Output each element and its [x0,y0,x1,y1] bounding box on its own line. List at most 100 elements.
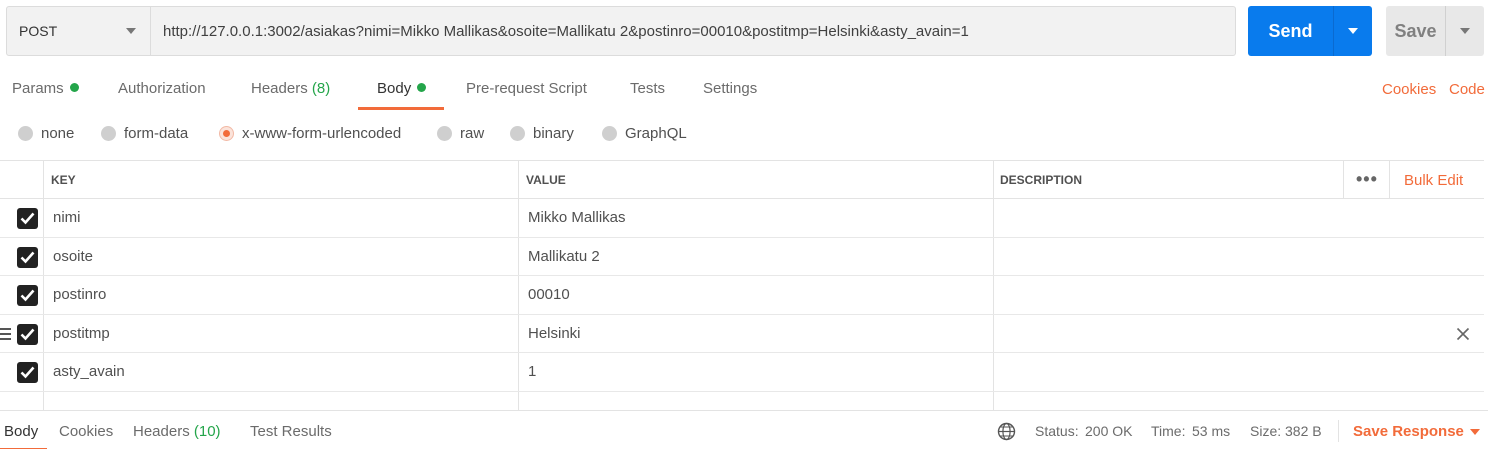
more-options-icon[interactable]: ••• [1356,161,1378,199]
radio-none-label: none [41,125,75,142]
save-button[interactable]: Save [1386,6,1484,56]
time-label: Time: [1151,423,1186,439]
table-row: asty_avain 1 [0,353,1484,392]
tab-prerequest-label: Pre-request Script [466,80,587,97]
tab-prerequest-script[interactable]: Pre-request Script [466,74,587,110]
column-header-value: VALUE [526,173,566,187]
send-button-label: Send [1248,6,1334,56]
radio-form-data-label: form-data [124,125,189,142]
key-cell[interactable]: asty_avain [53,353,125,391]
checkmark-icon [20,251,35,263]
method-select[interactable]: POST [7,7,151,55]
response-tab-headers[interactable]: Headers (10) [133,411,221,449]
row-checkbox[interactable] [17,362,38,383]
radio-circle-selected [219,126,234,141]
save-button-label: Save [1386,6,1446,56]
chevron-down-icon[interactable] [1470,429,1480,435]
radio-circle [101,126,116,141]
checkmark-icon [20,366,35,379]
row-checkbox[interactable] [17,285,38,306]
table-header: KEY VALUE DESCRIPTION ••• Bulk Edit [0,160,1484,199]
tab-tests-label: Tests [630,80,666,97]
tab-settings[interactable]: Settings [703,74,757,110]
size-value[interactable]: 382 B [1285,411,1322,449]
response-tab-body[interactable]: Body [0,411,48,449]
radio-none[interactable]: none [18,125,74,142]
key-cell[interactable]: osoite [53,238,93,276]
radio-circle [437,126,452,141]
tab-headers[interactable]: Headers (8) [251,74,330,110]
response-tab-cookies[interactable]: Cookies [59,411,113,449]
row-checkbox[interactable] [17,323,38,345]
chevron-down-icon [1348,28,1358,34]
request-bar: POST http://127.0.0.1:3002/asiakas?nimi=… [6,6,1236,56]
radio-binary[interactable]: binary [510,125,574,142]
response-tab-headers-label: Headers [133,423,190,440]
divider [1338,420,1339,442]
drag-handle-icon[interactable] [0,315,12,353]
chevron-down-icon [1460,28,1470,34]
table-row: postinro 00010 [0,276,1484,315]
chevron-down-icon [126,28,136,34]
response-bar: Body Cookies Headers (10) Test Results S… [0,410,1488,449]
status-dot [69,83,79,92]
table-row: nimi Mikko Mallikas [0,199,1484,238]
tab-settings-label: Settings [703,80,758,97]
radio-circle [602,126,617,141]
radio-urlencoded[interactable]: x-www-form-urlencoded [219,125,401,142]
radio-graphql[interactable]: GraphQL [602,125,687,142]
size-label: Size: [1250,423,1282,439]
bulk-edit-link[interactable]: Bulk Edit [1404,161,1463,199]
tab-body-label: Body [377,80,412,97]
code-link[interactable]: Code [1449,81,1485,98]
tab-params[interactable]: Params [12,74,79,110]
response-tab-headers-count: (10) [193,423,221,440]
tab-authorization-label: Authorization [118,80,206,97]
row-checkbox[interactable] [17,208,38,229]
key-cell[interactable]: postinro [53,276,106,314]
key-cell[interactable]: postitmp [53,315,110,353]
time-value[interactable]: 53 ms [1192,411,1230,449]
save-response-button[interactable]: Save Response [1353,411,1464,449]
table-row: postitmp Helsinki [0,314,1484,353]
method-label: POST [19,23,58,39]
table-row: osoite Mallikatu 2 [0,237,1484,276]
tab-params-label: Params [12,80,64,97]
radio-circle [18,126,33,141]
value-cell[interactable]: Helsinki [528,315,581,353]
column-header-key: KEY [51,173,76,187]
radio-graphql-label: GraphQL [625,125,687,142]
save-options-button[interactable] [1446,6,1484,56]
column-header-description: DESCRIPTION [1000,173,1083,187]
delete-row-icon[interactable] [1456,327,1470,341]
radio-form-data[interactable]: form-data [101,125,188,142]
value-cell[interactable]: 00010 [528,276,570,314]
value-cell[interactable]: Mikko Mallikas [528,199,626,237]
send-options-button[interactable] [1334,6,1372,56]
url-input[interactable]: http://127.0.0.1:3002/asiakas?nimi=Mikko… [151,7,1235,55]
globe-icon[interactable] [997,422,1016,441]
tab-body[interactable]: Body [357,74,445,110]
row-checkbox[interactable] [17,246,38,268]
radio-urlencoded-label: x-www-form-urlencoded [242,125,402,142]
tab-headers-label: Headers [251,80,308,97]
value-cell[interactable]: Mallikatu 2 [528,238,600,276]
status-value[interactable]: 200 OK [1085,411,1132,449]
checkmark-icon [20,328,35,340]
tab-authorization[interactable]: Authorization [118,74,206,110]
radio-raw-label: raw [460,125,485,142]
cookies-link[interactable]: Cookies [1382,81,1436,98]
tab-headers-count: (8) [311,80,331,97]
tab-tests[interactable]: Tests [630,74,665,110]
send-button[interactable]: Send [1248,6,1372,56]
checkmark-icon [20,212,35,225]
radio-circle [510,126,525,141]
response-tab-test-results[interactable]: Test Results [250,411,332,449]
status-dot [417,83,427,92]
params-table: KEY VALUE DESCRIPTION ••• Bulk Edit nimi… [0,160,1484,430]
radio-binary-label: binary [533,125,574,142]
value-cell[interactable]: 1 [528,353,536,391]
checkmark-icon [20,289,35,302]
key-cell[interactable]: nimi [53,199,81,237]
radio-raw[interactable]: raw [437,125,484,142]
